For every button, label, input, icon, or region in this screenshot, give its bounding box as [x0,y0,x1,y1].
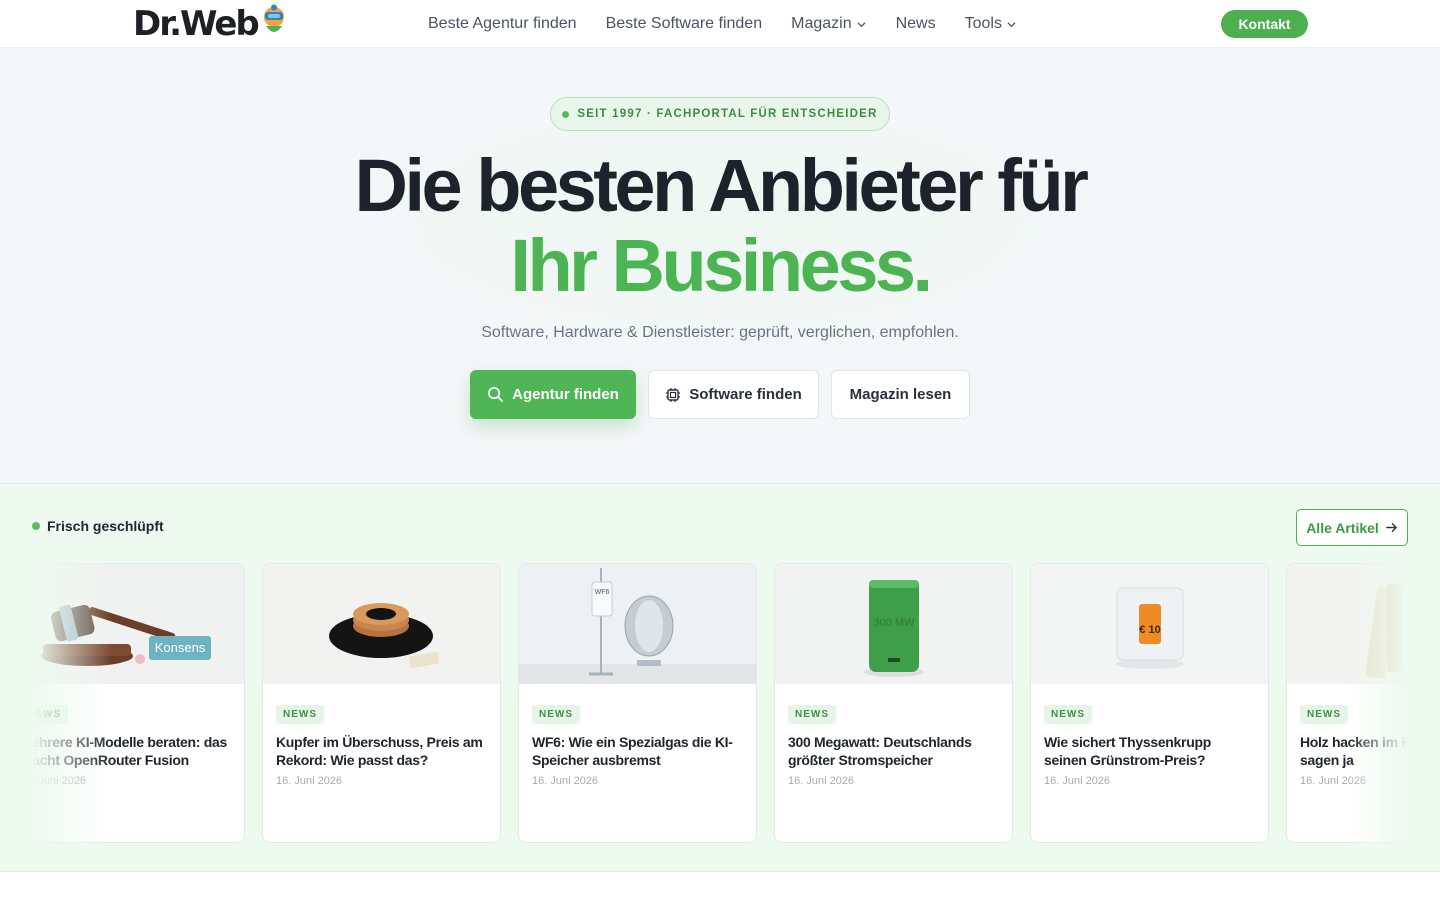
news-heading-text: Frisch geschlüpft [47,518,164,534]
image-caption-300mw: 300 MW [874,617,916,629]
nav-link-tools[interactable]: Tools [965,15,1017,33]
news-card-date: 16. Juni 2026 [32,775,87,787]
image-caption-price: € 10 [1139,624,1160,636]
nav-link-news[interactable]: News [896,15,936,33]
headline-line-1: Die besten Anbieter für [354,144,1089,227]
news-card[interactable]: NEWS Holz hacken im Büro: Punkte sagen j… [1286,563,1408,843]
latest-news-section: Frisch geschlüpft Alle Artikel Konsens E… [0,483,1440,872]
image-caption-wf6: WF6 [595,589,610,596]
read-magazine-label: Magazin lesen [849,386,952,403]
news-badge: NEWS [32,705,68,724]
news-card-title[interactable]: Kupfer im Überschuss, Preis am Rekord: W… [276,733,487,769]
logo-text: Dr.Web [133,4,260,44]
find-agency-label: Agentur finden [512,386,619,403]
wood-image [1287,564,1408,684]
image-caption-konsens: Konsens [155,640,206,655]
gas-iv-bag-image: WF6 [519,564,756,684]
news-carousel-track: Konsens NEWS Mehrere KI-Modelle beraten:… [32,563,1408,843]
read-magazine-button[interactable]: Magazin lesen [831,370,970,419]
news-badge: NEWS [1300,705,1348,724]
news-card[interactable]: WF6 NEWS WF6: Wie ein Spezialgas die KI-… [518,563,757,843]
nav-link-label: Magazin [791,15,852,32]
green-battery-image: 300 MW [775,564,1012,684]
find-agency-button[interactable]: Agentur finden [470,370,636,419]
news-card-title[interactable]: 300 Megawatt: Deutschlands größter Strom… [788,733,999,769]
news-card-image [263,564,500,684]
status-dot-icon [562,110,570,118]
nav-link-magazin[interactable]: Magazin [791,15,866,33]
news-card-title[interactable]: Mehrere KI-Modelle beraten: das macht Op… [32,733,231,769]
search-icon [488,387,504,402]
main-menu: Beste Agentur finden Beste Software find… [428,0,1017,48]
news-card-date: 16. Juni 2026 [532,775,599,787]
nav-link-label: Beste Software finden [605,15,763,32]
news-card-image [1287,564,1408,684]
news-card-title[interactable]: Holz hacken im Büro: Punkte sagen ja [1300,733,1408,769]
news-card[interactable]: NEWS Kupfer im Überschuss, Preis am Reko… [262,563,501,843]
hero-section: SEIT 1997 · FACHPORTAL FÜR ENTSCHEIDER D… [0,48,1440,483]
chip-icon [666,387,681,402]
headline-line-2: Ihr Business. [510,224,933,307]
news-card-image: 300 MW [775,564,1012,684]
nav-link-label: News [895,15,936,32]
since-badge-text: SEIT 1997 · FACHPORTAL FÜR ENTSCHEIDER [577,108,878,120]
nav-link-agentur[interactable]: Beste Agentur finden [428,15,577,33]
ice-cube-price-tag-image: € 10 [1031,564,1268,684]
news-card-date: 16. Juni 2026 [1300,775,1367,787]
news-badge: NEWS [1044,705,1092,724]
news-section-heading: Frisch geschlüpft [32,518,164,534]
find-software-label: Software finden [689,386,802,403]
all-articles-button[interactable]: Alle Artikel [1296,509,1408,546]
live-dot-icon [32,522,40,530]
news-badge: NEWS [276,705,324,724]
news-card-title[interactable]: WF6: Wie ein Spezialgas die KI-Speicher … [532,733,743,769]
news-card-title[interactable]: Wie sichert Thyssenkrupp seinen Grünstro… [1044,733,1255,769]
logo-doctor-icon [260,4,288,43]
chevron-down-icon [857,21,865,27]
hero-subline: Software, Hardware & Dienstleister: gepr… [481,324,959,341]
find-software-button[interactable]: Software finden [648,370,819,419]
news-card-image: Konsens [32,564,244,684]
news-card-date: 16. Juni 2026 [276,775,343,787]
site-logo[interactable]: Dr.Web [133,4,288,44]
news-carousel[interactable]: Konsens NEWS Mehrere KI-Modelle beraten:… [32,563,1408,844]
contact-button[interactable]: Kontakt [1221,10,1308,38]
news-card[interactable]: Konsens NEWS Mehrere KI-Modelle beraten:… [32,563,245,843]
nav-link-label: Beste Agentur finden [428,15,577,32]
news-card[interactable]: € 10 NEWS Wie sichert Thyssenkrupp seine… [1030,563,1269,843]
nav-link-software[interactable]: Beste Software finden [606,15,763,33]
chevron-down-icon [1007,21,1016,27]
copper-coil-image [263,564,500,684]
arrow-right-icon [1385,523,1397,532]
news-badge: NEWS [788,705,836,724]
gavel-image: Konsens [32,564,244,684]
nav-link-label: Tools [964,15,1002,32]
all-articles-label: Alle Artikel [1306,519,1379,536]
news-card-image: WF6 [519,564,756,684]
news-card[interactable]: 300 MW NEWS 300 Megawatt: Deutschlands g… [774,563,1013,843]
news-card-date: 16. Juni 2026 [1044,775,1111,787]
top-navigation: Dr.Web Beste Agentur finden Beste Softwa… [0,0,1440,48]
news-card-image: € 10 [1031,564,1268,684]
news-card-date: 16. Juni 2026 [788,775,855,787]
news-badge: NEWS [532,705,580,724]
since-badge: SEIT 1997 · FACHPORTAL FÜR ENTSCHEIDER [550,97,890,131]
